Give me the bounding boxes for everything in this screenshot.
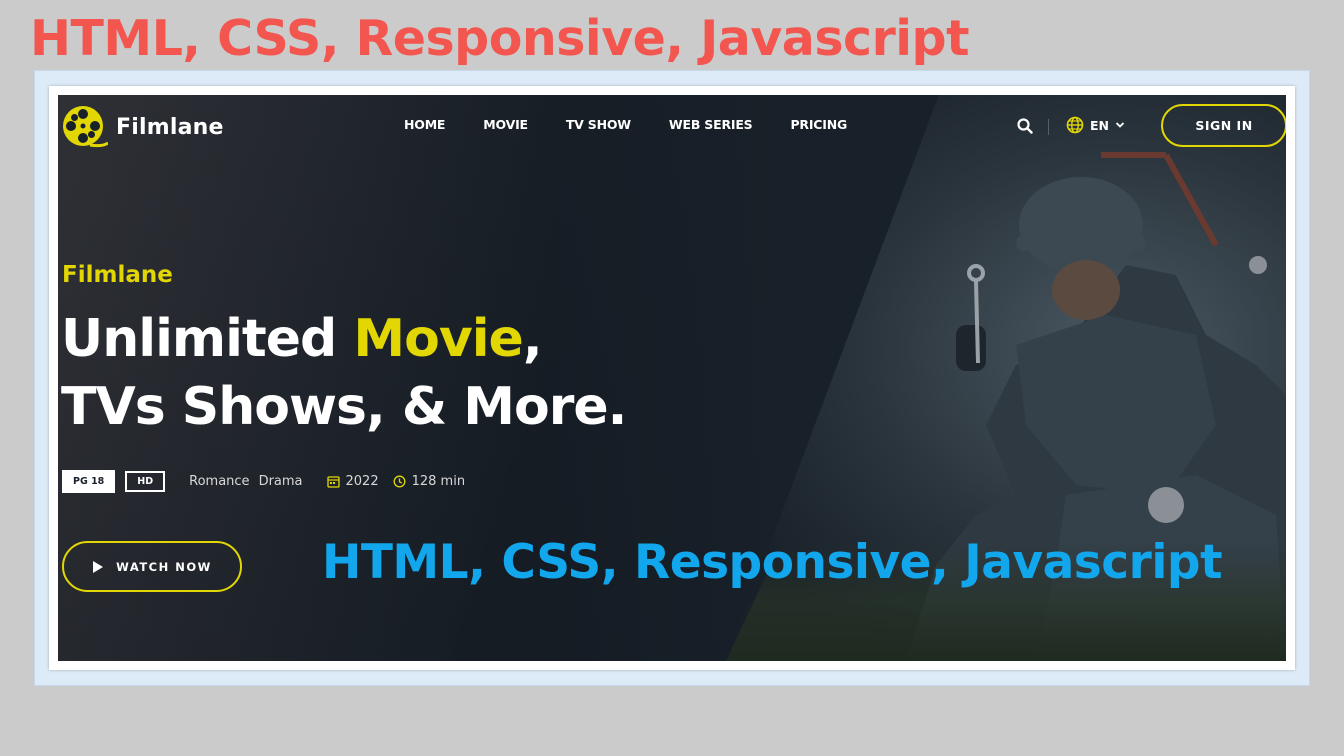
brand-name: Filmlane [116, 114, 224, 140]
headline-highlight: Movie [353, 309, 523, 369]
calendar-icon [326, 476, 340, 488]
duration-text: 128 min [411, 474, 466, 489]
nav-item-pricing[interactable]: PRICING [790, 117, 847, 132]
chevron-down-icon [1115, 122, 1125, 128]
search-icon[interactable] [1016, 117, 1034, 135]
globe-icon [1066, 116, 1084, 134]
watch-now-button[interactable]: WATCH NOW [62, 541, 242, 592]
genre-tag[interactable]: Drama [259, 474, 303, 489]
rating-badge: PG 18 [62, 470, 116, 493]
release-year-text: 2022 [345, 474, 379, 489]
nav-item-web-series[interactable]: WEB SERIES [669, 117, 753, 132]
movie-meta: PG 18 HD Romance Drama 2022 128 min [62, 470, 479, 493]
sign-in-button[interactable]: SIGN IN [1161, 104, 1286, 147]
film-reel-icon [63, 106, 108, 148]
nav-item-movie[interactable]: MOVIE [483, 117, 528, 132]
nav-item-home[interactable]: HOME [404, 117, 445, 132]
nav-divider [1048, 119, 1049, 135]
language-selector[interactable]: EN [1066, 116, 1125, 134]
brand-logo[interactable]: Filmlane [62, 105, 224, 149]
hero-section: Filmlane HOME MOVIE TV SHOW WEB SERIES P… [58, 95, 1286, 661]
hero-headline: Unlimited Movie, TVs Shows, & More. [61, 305, 627, 441]
play-icon [93, 560, 104, 573]
overlay-title: HTML, CSS, Responsive, Javascript [322, 535, 1223, 590]
headline-part2: , [522, 309, 543, 369]
headline-line2: TVs Shows, & More. [61, 377, 627, 437]
hero-subtitle: Filmlane [62, 262, 173, 288]
nav-item-tv-show[interactable]: TV SHOW [566, 117, 631, 132]
headline-part1: Unlimited [61, 309, 354, 369]
genre-tag[interactable]: Romance [189, 474, 249, 489]
watch-now-label: WATCH NOW [116, 559, 212, 574]
main-nav: HOME MOVIE TV SHOW WEB SERIES PRICING [404, 117, 885, 132]
release-year: 2022 [326, 474, 379, 489]
duration: 128 min [393, 474, 465, 489]
clock-icon [393, 475, 406, 488]
quality-badge: HD [125, 471, 166, 492]
language-label: EN [1090, 117, 1110, 133]
page-title: HTML, CSS, Responsive, Javascript [30, 10, 970, 67]
